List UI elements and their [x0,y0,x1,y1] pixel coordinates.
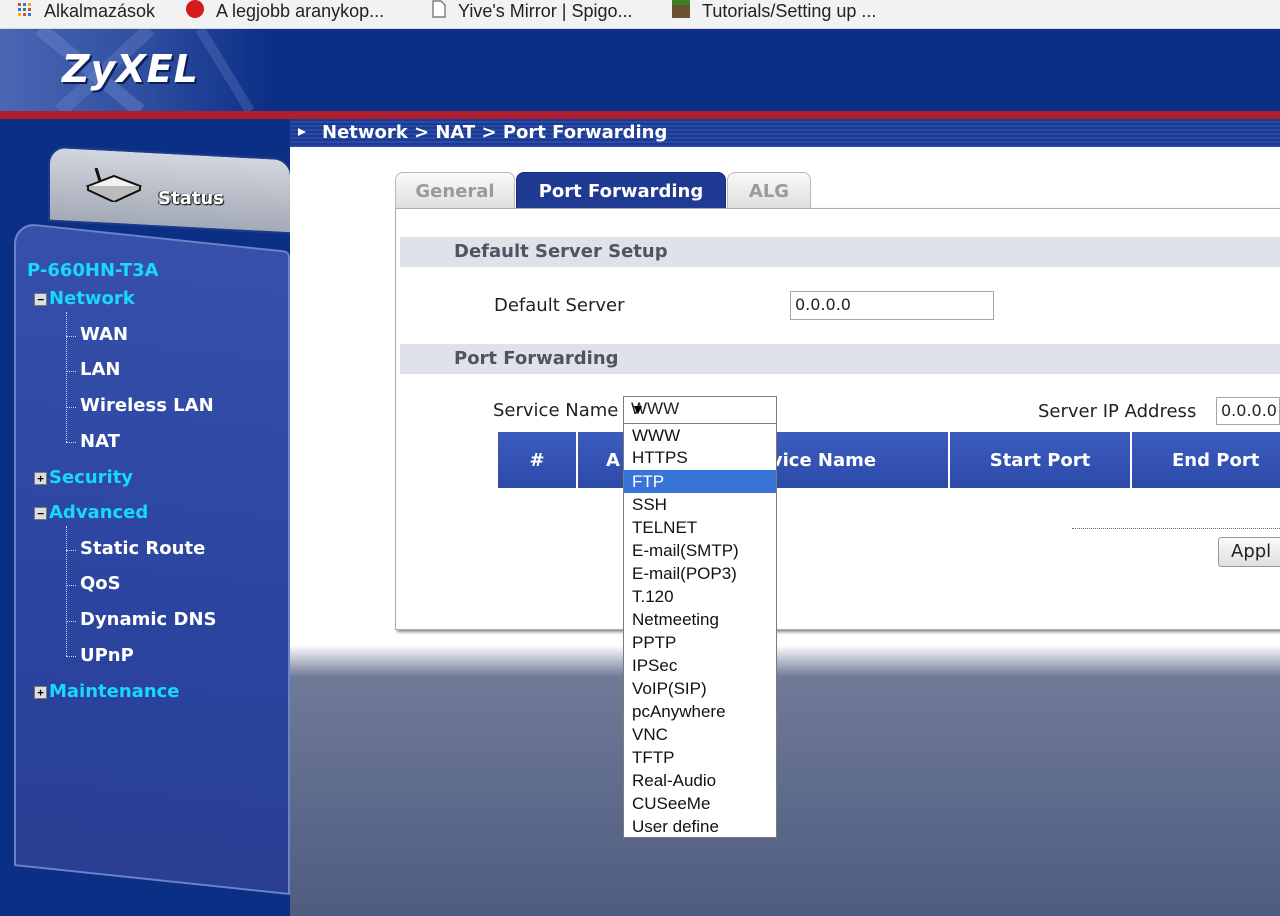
tree-branch [66,336,76,337]
bookmark-apps[interactable]: Alkalmazások [18,0,155,22]
header-divider [0,111,1280,119]
collapse-icon[interactable]: − [34,293,47,306]
red-circle-icon [186,0,204,23]
zyxel-logo: ZyXEL [62,47,199,91]
page-icon [432,0,446,23]
apply-button[interactable]: Appl [1218,537,1280,567]
breadcrumb-arrow-icon [298,128,306,136]
sidebar-group-network[interactable]: − Network [34,288,135,309]
router-icon [84,167,143,206]
tree-branch [66,585,76,586]
sidebar-item-upnp[interactable]: UPnP [80,645,134,666]
tab-general[interactable]: General [395,172,515,210]
tree-branch [66,371,76,372]
service-name-label: Service Name [493,400,619,421]
sidebar-group-advanced[interactable]: − Advanced [34,502,148,523]
sidebar-item-dynamic-dns[interactable]: Dynamic DNS [80,609,216,630]
dropdown-option[interactable]: User define [624,815,776,838]
apps-grid-icon [18,1,32,22]
bookmark-label: Tutorials/Setting up ... [702,0,877,21]
dropdown-option[interactable]: VNC [624,723,776,746]
bookmark-aranykop[interactable]: A legjobb aranykop... [186,0,384,22]
dropdown-option[interactable]: pcAnywhere [624,700,776,723]
expand-icon[interactable]: + [34,472,47,485]
sidebar-group-label: Advanced [49,502,149,523]
section-title: Default Server Setup [454,241,668,262]
device-model[interactable]: P-660HN-T3A [27,260,159,281]
dropdown-option[interactable]: Netmeeting [624,608,776,631]
default-server-input[interactable]: 0.0.0.0 [790,291,994,320]
section-header-default-server: Default Server Setup [400,237,1280,267]
tree-branch [66,407,76,408]
tree-line [66,312,67,442]
breadcrumb: Network > NAT > Port Forwarding [290,119,1280,147]
sidebar-item-nat[interactable]: NAT [80,431,120,452]
server-ip-label: Server IP Address [1038,401,1197,422]
sidebar-group-label: Maintenance [49,681,180,702]
dropdown-option[interactable]: Real-Audio [624,769,776,792]
tree-branch [66,656,76,657]
status-label[interactable]: Status [158,188,224,209]
bookmark-label: A legjobb aranykop... [216,0,385,21]
dropdown-option[interactable]: IPSec [624,654,776,677]
tab-alg[interactable]: ALG [727,172,811,210]
bookmarks-bar: Alkalmazások A legjobb aranykop... Yive'… [0,0,1280,29]
dropdown-option[interactable]: FTP [624,470,776,493]
dropdown-arrow-icon[interactable]: ▼ [631,401,768,417]
sidebar-item-wireless-lan[interactable]: Wireless LAN [80,395,214,416]
service-name-select[interactable]: WWW ▼ [623,396,777,424]
table-header-start-port: Start Port [950,432,1132,488]
tree-line [66,526,67,656]
table-header-end-port: End Port [1132,432,1280,488]
bookmark-label: Yive's Mirror | Spigo... [458,0,633,21]
sidebar-item-qos[interactable]: QoS [80,573,121,594]
dropdown-option[interactable]: HTTPS [624,446,776,469]
dropdown-option[interactable]: VoIP(SIP) [624,677,776,700]
collapse-icon[interactable]: − [34,507,47,520]
dropdown-option[interactable]: E-mail(SMTP) [624,539,776,562]
dropdown-option[interactable]: CUSeeMe [624,792,776,815]
default-server-label: Default Server [494,295,625,316]
dropdown-option[interactable]: WWW [624,424,776,447]
bookmark-tutorials[interactable]: Tutorials/Setting up ... [672,0,876,22]
server-ip-input[interactable]: 0.0.0.0 [1216,397,1280,425]
expand-icon[interactable]: + [34,686,47,699]
dropdown-option[interactable]: PPTP [624,631,776,654]
tree-branch [66,442,76,443]
bookmark-label: Alkalmazások [44,0,156,21]
tree-branch [66,621,76,622]
dropdown-option[interactable]: SSH [624,493,776,516]
service-name-dropdown-list[interactable]: WWW HTTPS FTP SSH TELNET E-mail(SMTP) E-mail(P… [623,423,777,838]
dropdown-option[interactable]: TELNET [624,516,776,539]
tab-port-forwarding[interactable]: Port Forwarding [516,172,726,210]
dropdown-option[interactable]: T.120 [624,585,776,608]
block-icon [672,0,690,23]
sidebar-group-label: Security [49,467,134,488]
table-header-service-name: rvice Name [748,432,950,488]
bookmark-yive[interactable]: Yive's Mirror | Spigo... [432,0,633,22]
header-banner: ZyXEL [0,29,1280,111]
sidebar-group-maintenance[interactable]: + Maintenance [34,681,180,702]
breadcrumb-text: Network > NAT > Port Forwarding [322,122,668,143]
sidebar-group-label: Network [49,288,135,309]
section-header-port-forwarding: Port Forwarding [400,344,1280,374]
dropdown-option[interactable]: E-mail(POP3) [624,562,776,585]
section-title: Port Forwarding [454,348,619,369]
sidebar-item-lan[interactable]: LAN [80,359,120,380]
sidebar-item-wan[interactable]: WAN [80,324,128,345]
table-header-index: # [498,432,578,488]
dotted-divider [1072,528,1280,529]
tree-branch [66,550,76,551]
sidebar-group-security[interactable]: + Security [34,467,133,488]
dropdown-option[interactable]: TFTP [624,746,776,769]
sidebar-item-static-route[interactable]: Static Route [80,538,205,559]
